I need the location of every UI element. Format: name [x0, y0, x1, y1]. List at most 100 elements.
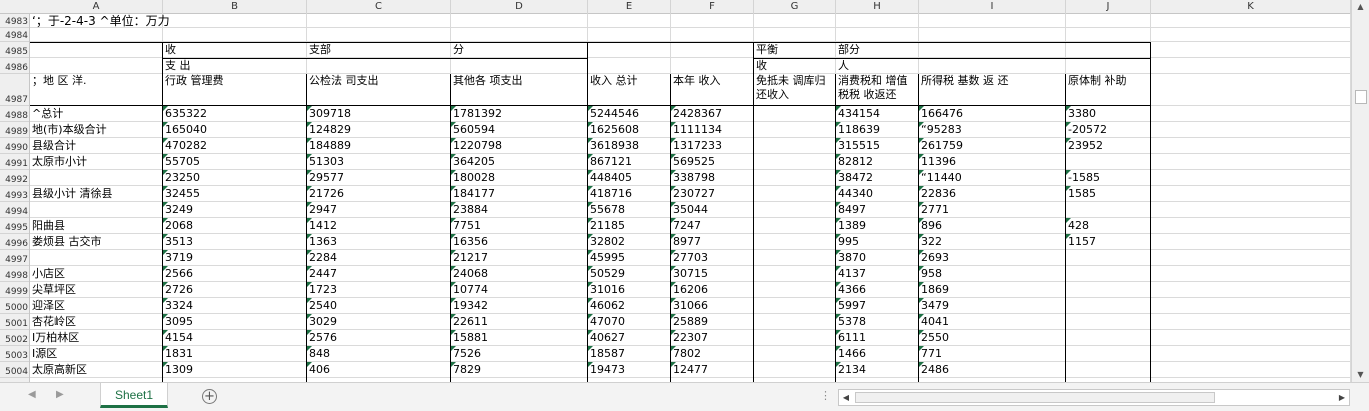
column-title-cell[interactable]: 原体制 补助 [1066, 74, 1149, 88]
region-name-cell[interactable]: 尖草坪区 [30, 283, 76, 297]
column-header[interactable]: F [671, 0, 754, 14]
row-header[interactable]: 4992 [0, 170, 29, 186]
column-title-cell[interactable]: 免抵未 调库归 还收入 [754, 74, 834, 102]
row-header[interactable]: 4994 [0, 202, 29, 218]
number-cell[interactable]: 434154 [836, 107, 880, 121]
number-cell[interactable]: 184177 [451, 187, 495, 201]
number-cell[interactable]: 22836 [919, 187, 956, 201]
column-header[interactable]: E [588, 0, 671, 14]
number-cell[interactable]: 46062 [588, 299, 625, 313]
scroll-left-arrow-icon[interactable]: ◀ [839, 390, 853, 405]
row-header[interactable]: 4990 [0, 138, 29, 154]
horizontal-scrollbar[interactable]: ◀ ▶ [838, 389, 1350, 406]
sheet-tab[interactable]: Sheet1 [100, 383, 168, 408]
column-title-cell[interactable]: 其他各 项支出 [451, 74, 586, 88]
cell[interactable]: 部分 [836, 43, 860, 57]
column-title-cell[interactable]: 公检法 司支出 [307, 74, 449, 88]
region-name-cell[interactable]: 杏花岭区 [30, 315, 76, 329]
cell[interactable]: 平衡 [754, 43, 778, 57]
row-header[interactable]: 4995 [0, 218, 29, 234]
scroll-right-arrow-icon[interactable]: ▶ [1335, 390, 1349, 405]
number-cell[interactable]: 315515 [836, 139, 880, 153]
number-cell[interactable]: 1220798 [451, 139, 502, 153]
region-name-cell[interactable]: 地(市)本级合计 [30, 123, 107, 137]
number-cell[interactable]: 22611 [451, 315, 488, 329]
number-cell[interactable]: 180028 [451, 171, 495, 185]
number-cell[interactable]: 55678 [588, 203, 625, 217]
number-cell[interactable]: 45995 [588, 251, 625, 265]
cell[interactable]: 分 [451, 43, 464, 57]
plus-circle-icon[interactable]: + [202, 389, 217, 404]
number-cell[interactable]: 21726 [307, 187, 344, 201]
column-header[interactable]: J [1066, 0, 1151, 14]
number-cell[interactable]: 3618938 [588, 139, 639, 153]
number-cell[interactable]: 5244546 [588, 107, 639, 121]
number-cell[interactable]: 23884 [451, 203, 488, 217]
number-cell[interactable]: 635322 [163, 107, 207, 121]
number-cell[interactable]: 47070 [588, 315, 625, 329]
number-cell[interactable]: 118639 [836, 123, 880, 137]
number-cell[interactable]: 124829 [307, 123, 351, 137]
number-cell[interactable]: 44340 [836, 187, 873, 201]
row-header[interactable]: 5000 [0, 298, 29, 314]
number-cell[interactable]: 364205 [451, 155, 495, 169]
number-cell[interactable]: 12477 [671, 363, 708, 377]
number-cell[interactable]: 21217 [451, 251, 488, 265]
number-cell[interactable]: 29577 [307, 171, 344, 185]
vertical-scroll-thumb[interactable] [1355, 90, 1367, 104]
row-header[interactable]: 4986 [0, 58, 29, 74]
number-cell[interactable]: -1585 [1066, 171, 1100, 185]
column-header[interactable]: B [163, 0, 307, 14]
next-sheet-icon[interactable]: ▶ [56, 389, 64, 400]
number-cell[interactable]: 11396 [919, 155, 956, 169]
region-name-cell[interactable]: 迎泽区 [30, 299, 65, 313]
scroll-down-arrow-icon[interactable]: ▼ [1352, 368, 1369, 382]
number-cell[interactable]: 19473 [588, 363, 625, 377]
number-cell[interactable]: 230727 [671, 187, 715, 201]
region-name-cell[interactable]: 太原市小计 [30, 155, 87, 169]
number-cell[interactable]: 166476 [919, 107, 963, 121]
cell[interactable]: 人 [836, 59, 849, 73]
number-cell[interactable]: 418716 [588, 187, 632, 201]
column-header[interactable]: I [919, 0, 1066, 14]
row-header[interactable]: 5001 [0, 314, 29, 330]
prev-sheet-icon[interactable]: ◀ [28, 389, 36, 400]
number-cell[interactable]: 867121 [588, 155, 632, 169]
number-cell[interactable]: 40627 [588, 331, 625, 345]
number-cell[interactable]: 82812 [836, 155, 873, 169]
number-cell[interactable]: 1781392 [451, 107, 502, 121]
number-cell[interactable]: “95283 [919, 123, 962, 137]
number-cell[interactable]: 16356 [451, 235, 488, 249]
region-name-cell[interactable]: 娄烦县 古交市 [30, 235, 102, 249]
column-header[interactable]: K [1151, 0, 1351, 14]
column-header[interactable]: C [307, 0, 451, 14]
column-header[interactable]: H [836, 0, 919, 14]
sheet-title-cell[interactable]: ‘；于-2-4-3 ^单位：万力 [30, 14, 390, 28]
number-cell[interactable]: 32455 [163, 187, 200, 201]
column-title-cell[interactable]: 行政 管理费 [163, 74, 305, 88]
number-cell[interactable]: 1111134 [671, 123, 722, 137]
region-name-cell[interactable]: I万柏林区 [30, 331, 79, 345]
horizontal-scroll-thumb[interactable] [855, 392, 1215, 403]
region-name-cell[interactable]: 县级合计 [30, 139, 76, 153]
row-header[interactable]: 4987 [0, 74, 29, 106]
row-header[interactable]: 4988 [0, 106, 29, 122]
number-cell[interactable]: 51303 [307, 155, 344, 169]
cell[interactable]: 收 [754, 59, 767, 73]
number-cell[interactable]: 30715 [671, 267, 708, 281]
number-cell[interactable]: 19342 [451, 299, 488, 313]
number-cell[interactable]: 31016 [588, 283, 625, 297]
number-cell[interactable]: 23952 [1066, 139, 1103, 153]
number-cell[interactable]: 23250 [163, 171, 200, 185]
column-header[interactable]: D [451, 0, 588, 14]
number-cell[interactable]: 184889 [307, 139, 351, 153]
row-header[interactable]: 5003 [0, 346, 29, 362]
region-name-cell[interactable]: 阳曲县 [30, 219, 65, 233]
row-header[interactable]: 4984 [0, 28, 29, 42]
row-header[interactable]: 4996 [0, 234, 29, 250]
column-title-cell[interactable]: 消费税和 增值 税税 收返还 [836, 74, 917, 102]
column-header[interactable]: G [754, 0, 836, 14]
number-cell[interactable]: 55705 [163, 155, 200, 169]
region-name-cell[interactable]: I源区 [30, 347, 57, 361]
column-title-cell[interactable]: 收入 总计 [588, 74, 669, 88]
